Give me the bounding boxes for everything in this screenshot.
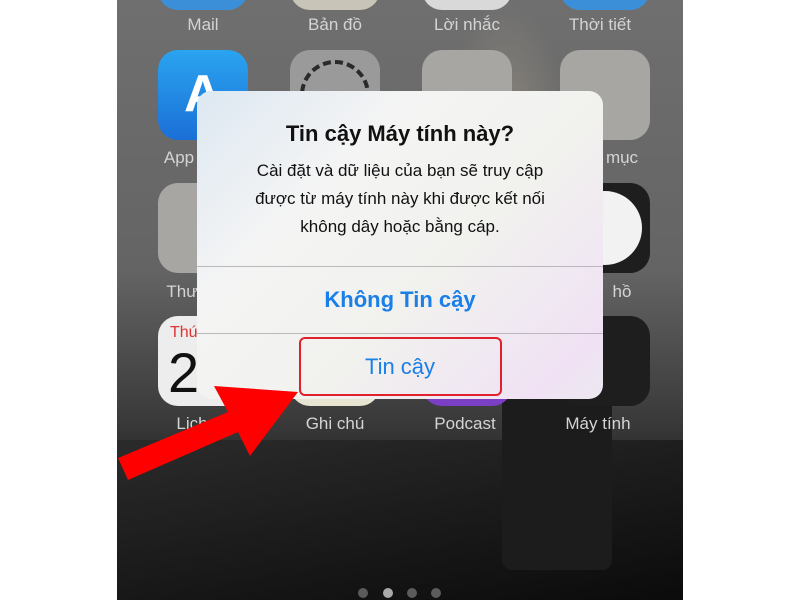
red-arrow-annotation bbox=[118, 386, 298, 480]
arrow-icon bbox=[118, 386, 298, 480]
